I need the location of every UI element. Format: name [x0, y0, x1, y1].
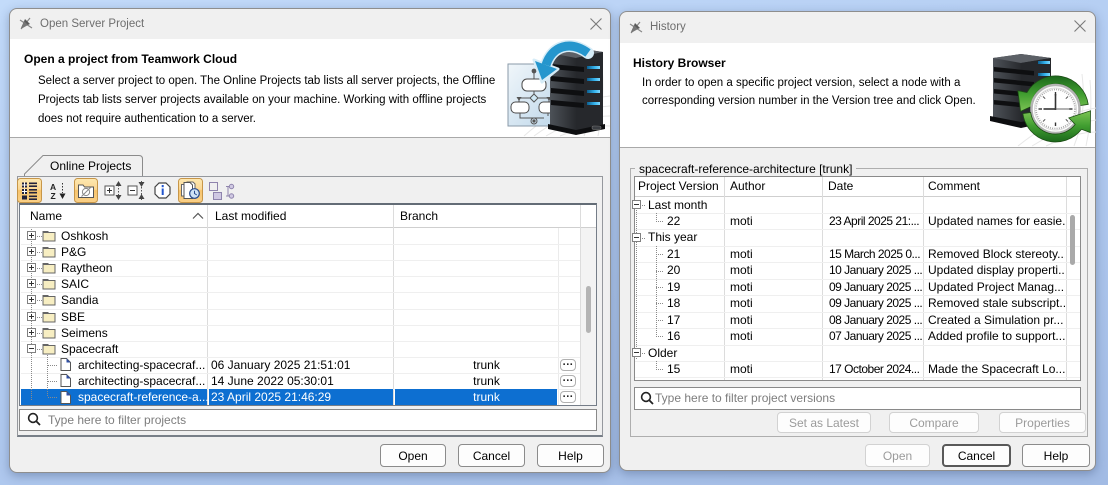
- svg-text:Z: Z: [51, 191, 56, 201]
